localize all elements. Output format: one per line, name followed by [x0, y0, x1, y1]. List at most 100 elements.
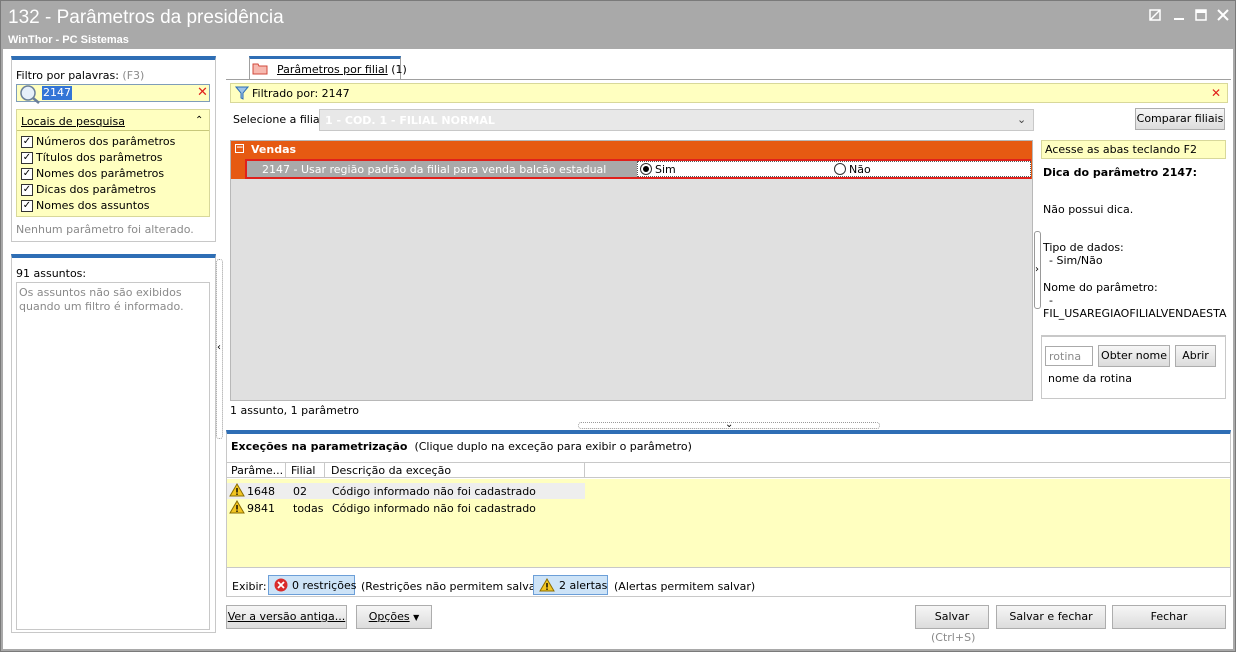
filter-bar-text: Filtrado por: 2147 [252, 87, 350, 100]
search-input[interactable]: 2147 [42, 86, 72, 100]
options-button[interactable]: Opções ▼ [356, 605, 432, 629]
horizontal-splitter[interactable]: ⌄ [578, 419, 880, 430]
locais-box: Locais de pesquisa ⌃ ✓ Números dos parâme… [16, 109, 210, 217]
radio-nao[interactable] [834, 163, 846, 175]
exceptions-header: Parâme... Filial Descrição da exceção [227, 462, 1230, 478]
clear-filter-icon[interactable]: ✕ [1211, 86, 1221, 100]
tip-type-label: Tipo de dados: [1043, 241, 1124, 254]
subjects-info: Os assuntos não são exibidos quando um f… [19, 286, 184, 313]
col-descricao[interactable]: Descrição da exceção [331, 464, 451, 477]
chevron-down-icon[interactable]: ⌄ [1017, 113, 1026, 126]
dropdown-arrow-icon: ▼ [413, 613, 420, 622]
tip-type-value: - Sim/Não [1049, 254, 1103, 267]
subjects-panel: 91 assuntos: Os assuntos não são exibido… [11, 254, 216, 633]
close-icon[interactable] [1215, 9, 1231, 23]
collapse-left-icon[interactable]: ‹ [217, 342, 221, 353]
locais-title: Locais de pesquisa [21, 115, 125, 128]
checkbox[interactable]: ✓ [21, 184, 33, 196]
exceptions-panel: Exceções na parametrização (Clique duplo… [226, 430, 1231, 597]
filter-bar: Filtrado por: 2147 ✕ [230, 83, 1228, 103]
branch-select[interactable]: 1 - COD. 1 - FILIAL NORMAL ⌄ [319, 109, 1034, 131]
tab-parametros-por-filial[interactable]: Parâmetros por filial (1) [249, 56, 407, 80]
title-bar: 132 - Parâmetros da presidência WinThor … [1, 1, 1235, 49]
warning-icon [229, 483, 245, 500]
search-option-label: Títulos dos parâmetros [36, 151, 163, 164]
window-subtitle: WinThor - PC Sistemas [8, 34, 129, 46]
radio-nao-label: Não [849, 163, 871, 176]
compare-branches-button[interactable]: Comparar filiais [1135, 108, 1225, 130]
search-option-label: Nomes dos assuntos [36, 199, 150, 212]
tip-title: Dica do parâmetro 2147: [1043, 166, 1198, 179]
exceptions-list: 1648 02 Código informado não foi cadastrad… [227, 479, 1230, 567]
warning-icon [229, 500, 245, 517]
save-and-close-button[interactable]: Salvar e fechar [996, 605, 1106, 629]
exception-desc: Código informado não foi cadastrado [332, 485, 536, 498]
tip-body: Não possui dica. [1043, 203, 1134, 216]
col-filial[interactable]: Filial [291, 464, 316, 477]
maximize-icon[interactable] [1193, 9, 1209, 23]
tab-label: Parâmetros por filial [277, 63, 388, 76]
error-icon [274, 578, 288, 595]
group-title: Vendas [251, 143, 297, 156]
branch-label: Selecione a filial: [233, 113, 327, 126]
search-icon [19, 84, 41, 107]
folder-icon [252, 61, 268, 78]
parameter-title: 2147 - Usar região padrão da filial para… [262, 163, 607, 176]
checkbox[interactable]: ✓ [21, 200, 33, 212]
exception-row[interactable]: 9841 todas Código informado não foi cadast… [227, 500, 585, 516]
change-status: Nenhum parâmetro foi alterado. [16, 223, 194, 236]
group-header-vendas[interactable]: − Vendas [231, 141, 1032, 159]
expand-right-icon[interactable]: › [1035, 264, 1039, 275]
get-name-button[interactable]: Obter nome [1098, 345, 1170, 367]
radio-sim-label: Sim [655, 163, 676, 176]
exception-param: 9841 [247, 502, 275, 515]
branch-value: 1 - COD. 1 - FILIAL NORMAL [325, 114, 495, 127]
tip-splitter[interactable]: › [1034, 231, 1041, 309]
show-label: Exibir: [232, 580, 267, 593]
exception-row[interactable]: 1648 02 Código informado não foi cadastrad… [227, 483, 585, 499]
tip-name-dash: - [1049, 294, 1053, 307]
search-option-label: Nomes dos parâmetros [36, 167, 165, 180]
application-window: 132 - Parâmetros da presidência WinThor … [0, 0, 1236, 652]
radio-sim[interactable] [640, 163, 652, 175]
restore-icon[interactable] [1147, 9, 1163, 23]
parameter-row-2147[interactable]: 2147 - Usar região padrão da filial para… [245, 159, 1031, 179]
checkbox[interactable]: ✓ [21, 152, 33, 164]
minimize-icon[interactable] [1171, 9, 1187, 23]
parameters-grid: − Vendas 2147 - Usar região padrão da fi… [230, 140, 1033, 401]
search-field[interactable]: 2147 ✕ [16, 84, 210, 104]
routine-box: rotina Obter nome Abrir nome da rotina [1041, 335, 1226, 399]
parameter-value-cell[interactable]: Sim Não [637, 161, 1031, 177]
routine-input[interactable]: rotina [1045, 346, 1093, 366]
exception-desc: Código informado não foi cadastrado [332, 502, 536, 515]
search-option-label: Números dos parâmetros [36, 135, 176, 148]
exception-filial: 02 [293, 485, 307, 498]
checkbox[interactable]: ✓ [21, 136, 33, 148]
save-button[interactable]: Salvar [915, 605, 989, 629]
funnel-icon [234, 86, 250, 103]
subjects-count: 91 assuntos: [16, 267, 87, 280]
vertical-splitter[interactable]: ‹ [216, 259, 223, 439]
old-version-button[interactable]: Ver a versão antiga... [226, 605, 347, 629]
subjects-list[interactable]: Os assuntos não são exibidos quando um f… [16, 282, 210, 630]
warning-icon [539, 578, 555, 595]
open-routine-button[interactable]: Abrir [1175, 345, 1216, 367]
exception-param: 1648 [247, 485, 275, 498]
tip-name-value: FIL_USAREGIAOFILIALVENDAESTADU [1043, 307, 1227, 320]
checkbox[interactable]: ✓ [21, 168, 33, 180]
collapse-icon[interactable]: ⌃ [195, 115, 203, 126]
restrictions-button[interactable]: 0 restrições [268, 575, 356, 595]
exceptions-title: Exceções na parametrização [231, 440, 408, 453]
search-option-label: Dicas dos parâmetros [36, 183, 157, 196]
tab-count: (1) [391, 63, 407, 76]
params-summary: 1 assunto, 1 parâmetro [230, 404, 359, 417]
restrictions-note: (Restrições não permitem salvar) [361, 580, 545, 593]
collapse-group-icon[interactable]: − [235, 144, 244, 153]
collapse-down-icon[interactable]: ⌄ [725, 419, 733, 430]
col-parametro[interactable]: Parâme... [231, 464, 287, 477]
clear-search-icon[interactable]: ✕ [197, 86, 208, 100]
alerts-button[interactable]: 2 alertas [533, 575, 608, 595]
filter-label: Filtro por palavras: [16, 69, 119, 82]
close-button[interactable]: Fechar [1112, 605, 1226, 629]
window-title: 132 - Parâmetros da presidência [8, 7, 284, 28]
